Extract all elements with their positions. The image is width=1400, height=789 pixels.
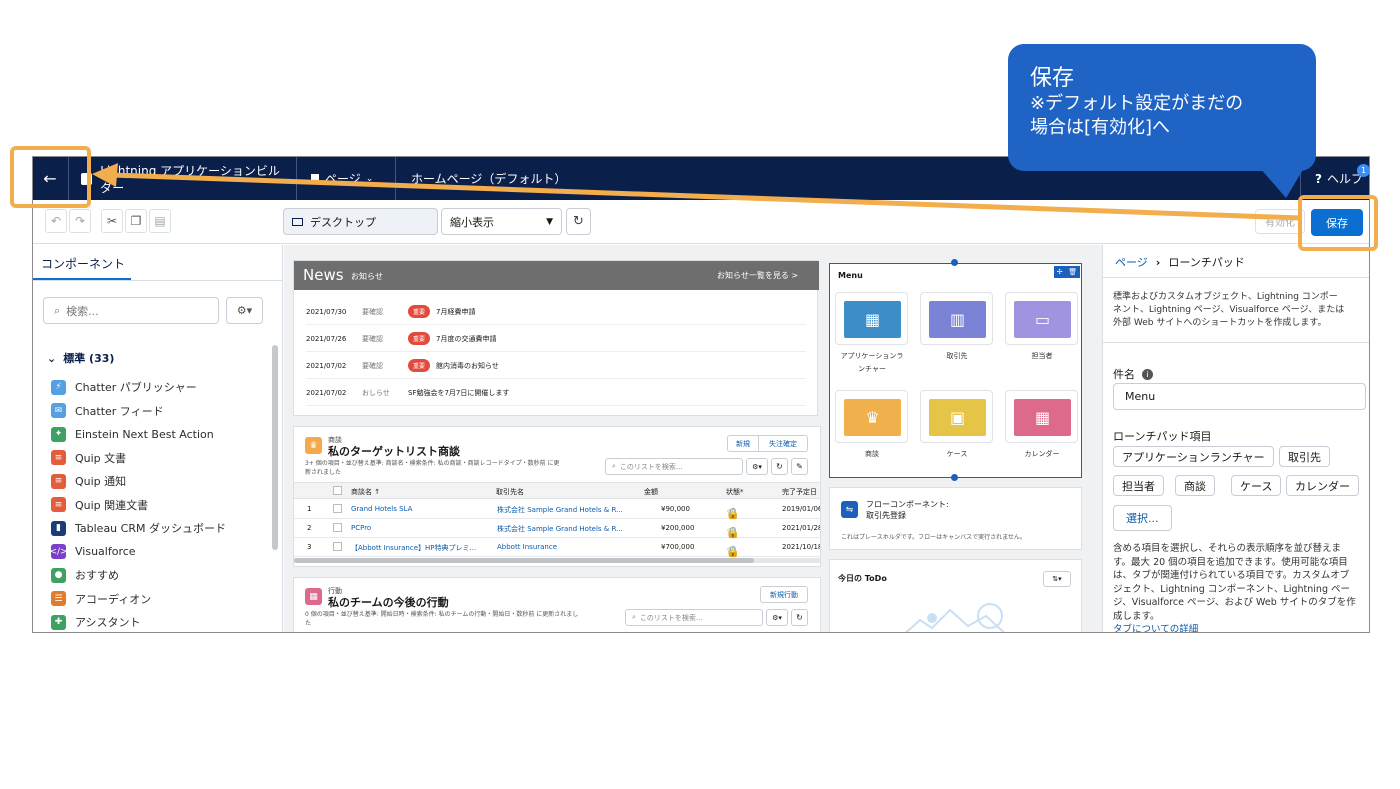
callout-title: 保存 — [1030, 66, 1075, 91]
callout-line-2: 場合は[有効化]へ — [1030, 117, 1171, 138]
callout-bubble: 保存 ※デフォルト設定がまだの 場合は[有効化]へ — [1008, 44, 1316, 171]
callout-line-1: ※デフォルト設定がまだの — [1030, 93, 1244, 114]
